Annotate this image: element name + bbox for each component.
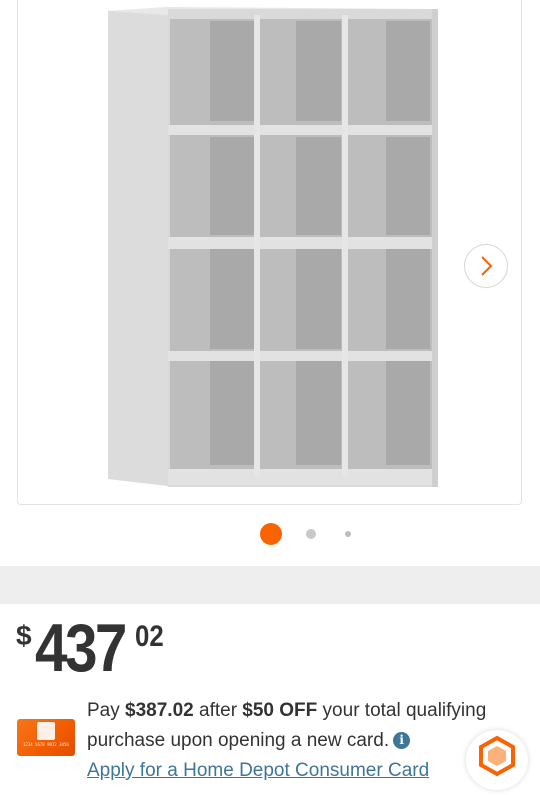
card-number-text: 1234 5678 9012 3456 [23, 742, 69, 747]
home-depot-logo-icon [37, 722, 55, 740]
apply-card-link[interactable]: Apply for a Home Depot Consumer Card [87, 760, 429, 781]
chevron-right-icon [481, 256, 493, 276]
promo-text-pay: Pay [87, 700, 126, 721]
next-image-button[interactable] [464, 244, 508, 288]
carousel-dot[interactable] [345, 531, 351, 537]
price-dollars: 437 [35, 610, 127, 686]
promo-discounted-price: $387.02 [125, 700, 194, 721]
product-image[interactable] [18, 0, 522, 505]
price-currency-symbol: $ [16, 620, 32, 651]
floating-badge-button[interactable] [466, 730, 528, 790]
promo-text-after: after [193, 700, 243, 721]
credit-card-image: 1234 5678 9012 3456 [17, 719, 75, 756]
promo-text: Pay $387.02 after $50 OFF your total qua… [87, 696, 517, 786]
product-image-frame[interactable] [17, 0, 522, 505]
carousel-dot[interactable] [306, 529, 316, 539]
hexagon-icon [479, 735, 515, 777]
price-cents: 02 [135, 620, 164, 653]
credit-card-promo: 1234 5678 9012 3456 Pay $387.02 after $5… [0, 692, 540, 790]
info-icon[interactable]: i [393, 732, 411, 749]
product-image-gallery [0, 0, 540, 566]
carousel-dot-active[interactable] [260, 523, 282, 545]
section-divider [0, 566, 540, 604]
promo-discount: $50 OFF [242, 700, 318, 721]
carousel-dots [0, 522, 540, 546]
